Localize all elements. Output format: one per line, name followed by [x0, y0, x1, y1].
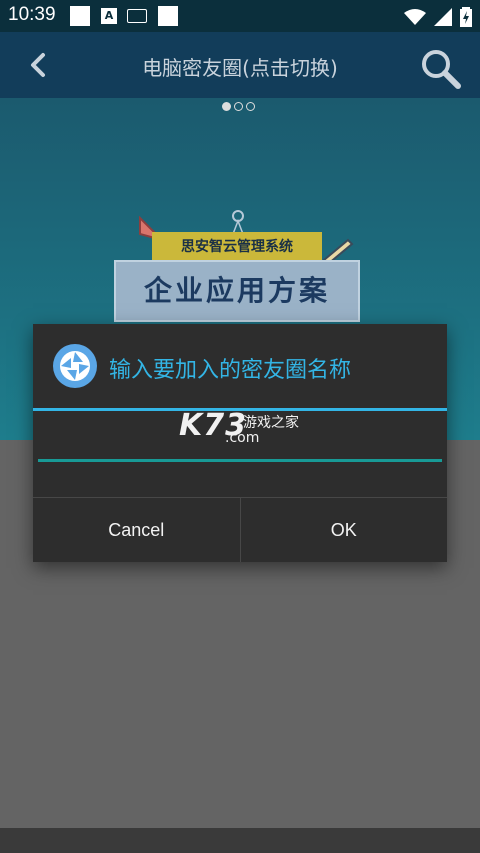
- status-time: 10:39: [8, 4, 56, 25]
- app-screen: 10:39 A 电脑密友圈(点击切换) 思安智云管理系统 企业应用方案 输入要加…: [0, 0, 480, 853]
- keyboard-icon: [127, 9, 147, 23]
- a-icon: A: [101, 8, 117, 24]
- cancel-button[interactable]: Cancel: [33, 498, 240, 562]
- search-icon[interactable]: [418, 46, 462, 90]
- banner-headline: 企业应用方案: [114, 260, 360, 322]
- carousel-dot: [222, 102, 231, 111]
- signal-icon: [434, 8, 452, 26]
- status-bar: 10:39 A: [0, 0, 480, 32]
- banner-tag: 思安智云管理系统: [152, 232, 322, 262]
- page-title[interactable]: 电脑密友圈(点击切换): [0, 52, 480, 81]
- app-bar: 电脑密友圈(点击切换): [0, 32, 480, 98]
- wifi-icon: [404, 9, 426, 25]
- carousel-dot: [234, 102, 243, 111]
- navigation-bar: [0, 828, 480, 853]
- camera-aperture-icon: [53, 344, 97, 388]
- circle-name-input[interactable]: [38, 424, 442, 458]
- input-dialog: 输入要加入的密友圈名称 K73 游戏之家 .com Cancel OK: [33, 324, 447, 562]
- carousel-dot: [246, 102, 255, 111]
- square-icon: [158, 6, 178, 26]
- dialog-title: 输入要加入的密友圈名称: [109, 358, 352, 383]
- carousel-dots: [222, 102, 255, 111]
- ok-button[interactable]: OK: [239, 498, 448, 562]
- square-icon: [70, 6, 90, 26]
- input-underline: [38, 459, 442, 462]
- system-icons: [404, 6, 472, 28]
- dialog-buttons: Cancel OK: [33, 497, 447, 562]
- battery-charging-icon: [460, 7, 472, 27]
- pin-icon: [232, 210, 244, 234]
